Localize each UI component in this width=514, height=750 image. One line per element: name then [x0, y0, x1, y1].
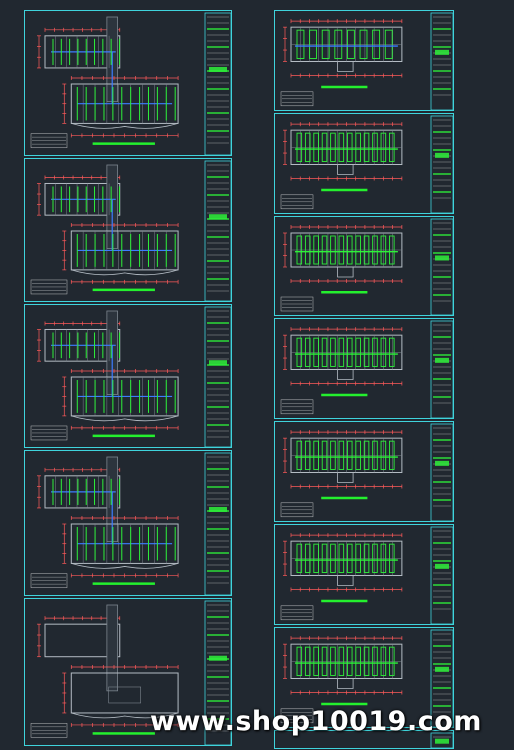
title-block-stamp	[209, 214, 227, 220]
watermark-text: www.shop10019.com	[150, 706, 482, 737]
cad-drawing-canvas[interactable]	[0, 0, 514, 749]
drawing-title-bar	[92, 732, 155, 735]
sheet-drawing	[280, 115, 454, 214]
sheet-drawing	[280, 12, 454, 111]
drawing-title-bar	[92, 288, 155, 292]
floor-plan-lobby	[337, 61, 354, 72]
drawing-sheet-left-3[interactable]	[24, 304, 232, 448]
drawing-title-bar	[321, 599, 368, 603]
title-block-stamp	[209, 66, 227, 72]
drawing-sheet-right-3[interactable]	[274, 216, 454, 316]
title-block-stamp	[209, 655, 227, 661]
drawing-sheet-right-4[interactable]	[274, 318, 454, 419]
title-block	[430, 320, 454, 419]
title-block-stamp	[435, 563, 449, 569]
floor-plan-lobby	[337, 369, 354, 380]
drawing-title-bar	[321, 85, 368, 89]
drawing-sheet-left-1[interactable]	[24, 10, 232, 156]
floor-plan-curve	[71, 269, 179, 276]
drawing-title-bar	[92, 434, 155, 438]
floor-plan-lobby	[337, 678, 354, 689]
floor-plan-lobby	[337, 267, 354, 278]
sheet-drawing	[30, 12, 232, 156]
title-block-stamp	[435, 152, 449, 158]
sheet-drawing	[30, 160, 232, 302]
title-block	[204, 12, 232, 156]
title-block-stamp	[435, 666, 449, 672]
title-block-stamp	[435, 357, 449, 363]
drawing-sheet-right-6[interactable]	[274, 524, 454, 625]
drawing-sheet-right-1[interactable]	[274, 10, 454, 111]
title-block-stamp	[435, 255, 449, 261]
title-block-stamp	[209, 360, 227, 366]
title-block	[430, 12, 454, 111]
drawing-title-bar	[321, 291, 368, 294]
sheet-drawing	[30, 306, 232, 448]
drawing-title-bar	[321, 496, 368, 500]
drawing-sheet-left-4[interactable]	[24, 450, 232, 596]
drawing-title-bar	[321, 393, 368, 397]
drawing-sheet-left-2[interactable]	[24, 158, 232, 302]
sheet-drawing	[30, 452, 232, 596]
floor-plan-curve	[71, 563, 179, 569]
floor-plan-tower	[106, 604, 118, 692]
drawing-sheet-right-5[interactable]	[274, 421, 454, 522]
title-block-stamp	[435, 460, 449, 466]
sheet-drawing	[280, 423, 454, 522]
title-block	[430, 423, 454, 522]
drawing-title-bar	[92, 582, 155, 585]
drawing-sheet-right-2[interactable]	[274, 113, 454, 214]
sheet-drawing	[280, 526, 454, 625]
title-block-stamp	[209, 506, 227, 512]
floor-plan-lobby	[337, 164, 354, 175]
floor-plan-curve	[71, 415, 179, 422]
title-block	[204, 452, 232, 596]
drawing-title-bar	[321, 188, 368, 192]
drawing-title-bar	[92, 142, 155, 145]
title-block	[430, 218, 454, 316]
sheet-drawing	[280, 218, 454, 316]
title-block-stamp	[435, 49, 449, 55]
floor-plan-lobby	[337, 472, 354, 483]
floor-plan-lobby	[337, 575, 354, 586]
title-block	[430, 526, 454, 625]
title-block	[430, 115, 454, 214]
sheet-drawing	[280, 320, 454, 419]
floor-plan-curve	[71, 123, 179, 129]
